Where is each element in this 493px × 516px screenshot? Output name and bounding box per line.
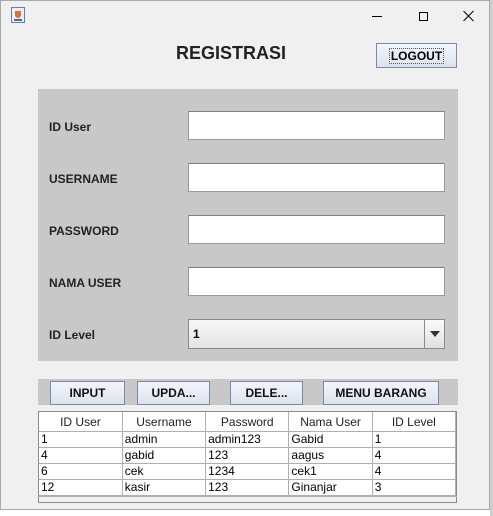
nama-user-field[interactable] bbox=[188, 267, 445, 296]
table-cell: 3 bbox=[372, 479, 456, 496]
column-header-username[interactable]: Username bbox=[122, 412, 207, 432]
table-row[interactable]: 1 admin admin123 Gabid 1 bbox=[39, 431, 456, 448]
table-cell: 12 bbox=[39, 479, 123, 496]
id-level-dropdown[interactable]: 1 bbox=[188, 319, 445, 349]
close-icon bbox=[463, 10, 475, 22]
delete-button[interactable]: DELE... bbox=[230, 381, 303, 405]
java-cup-icon bbox=[11, 7, 25, 23]
table-cell: 123 bbox=[205, 479, 290, 496]
users-table[interactable]: ID User Username Password Nama User ID L… bbox=[38, 411, 457, 503]
table-bottom-divider bbox=[38, 496, 457, 497]
table-cell: 1234 bbox=[205, 463, 290, 480]
maximize-icon bbox=[418, 11, 428, 21]
table-cell: admin123 bbox=[205, 431, 290, 448]
table-cell: 6 bbox=[39, 463, 123, 480]
nama-user-label: NAMA USER bbox=[49, 276, 122, 290]
column-header-id-level[interactable]: ID Level bbox=[372, 412, 456, 432]
menu-barang-button[interactable]: MENU BARANG bbox=[323, 381, 439, 405]
registration-form-panel: ID User USERNAME PASSWORD NAMA USER ID L… bbox=[38, 89, 458, 361]
update-button[interactable]: UPDA... bbox=[137, 381, 210, 405]
username-field[interactable] bbox=[188, 163, 445, 192]
table-cell: Ginanjar bbox=[288, 479, 373, 496]
table-cell: 4 bbox=[39, 447, 123, 464]
logout-label: LOGOUT bbox=[388, 47, 445, 64]
table-row[interactable]: 12 kasir 123 Ginanjar 3 bbox=[39, 479, 456, 496]
table-cell: 1 bbox=[372, 431, 456, 448]
table-cell: kasir bbox=[122, 479, 207, 496]
id-user-field[interactable] bbox=[188, 111, 445, 140]
action-button-bar: INPUT UPDA... DELE... MENU BARANG bbox=[38, 379, 458, 405]
password-label: PASSWORD bbox=[49, 224, 119, 238]
id-level-selected-value: 1 bbox=[193, 327, 200, 341]
registration-window: REGISTRASI LOGOUT ID User USERNAME PASSW… bbox=[0, 0, 490, 510]
maximize-button[interactable] bbox=[400, 1, 446, 31]
title-bar bbox=[1, 1, 489, 31]
username-label: USERNAME bbox=[49, 172, 118, 186]
table-cell: gabid bbox=[122, 447, 207, 464]
table-cell: 4 bbox=[372, 447, 456, 464]
id-user-label: ID User bbox=[49, 120, 92, 134]
chevron-down-icon[interactable] bbox=[424, 320, 444, 348]
password-field[interactable] bbox=[188, 215, 445, 244]
table-row[interactable]: 6 cek 1234 cek1 4 bbox=[39, 463, 456, 480]
page-title: REGISTRASI bbox=[175, 43, 286, 63]
logout-button[interactable]: LOGOUT bbox=[376, 43, 457, 68]
table-header-row: ID User Username Password Nama User ID L… bbox=[39, 412, 456, 432]
close-button[interactable] bbox=[446, 1, 492, 31]
table-cell: 1 bbox=[39, 431, 123, 448]
table-cell: 123 bbox=[205, 447, 290, 464]
table-cell: aagus bbox=[288, 447, 373, 464]
column-header-id-user[interactable]: ID User bbox=[39, 412, 123, 432]
column-header-nama-user[interactable]: Nama User bbox=[288, 412, 373, 432]
table-cell: cek bbox=[122, 463, 207, 480]
table-cell: cek1 bbox=[288, 463, 373, 480]
table-cell: 4 bbox=[372, 463, 456, 480]
minimize-button[interactable] bbox=[354, 1, 400, 31]
table-cell: Gabid bbox=[288, 431, 373, 448]
minimize-icon bbox=[372, 15, 382, 17]
table-row[interactable]: 4 gabid 123 aagus 4 bbox=[39, 447, 456, 464]
input-button[interactable]: INPUT bbox=[50, 381, 125, 405]
table-cell: admin bbox=[122, 431, 207, 448]
id-level-label: ID Level bbox=[49, 328, 96, 342]
column-header-password[interactable]: Password bbox=[205, 412, 290, 432]
